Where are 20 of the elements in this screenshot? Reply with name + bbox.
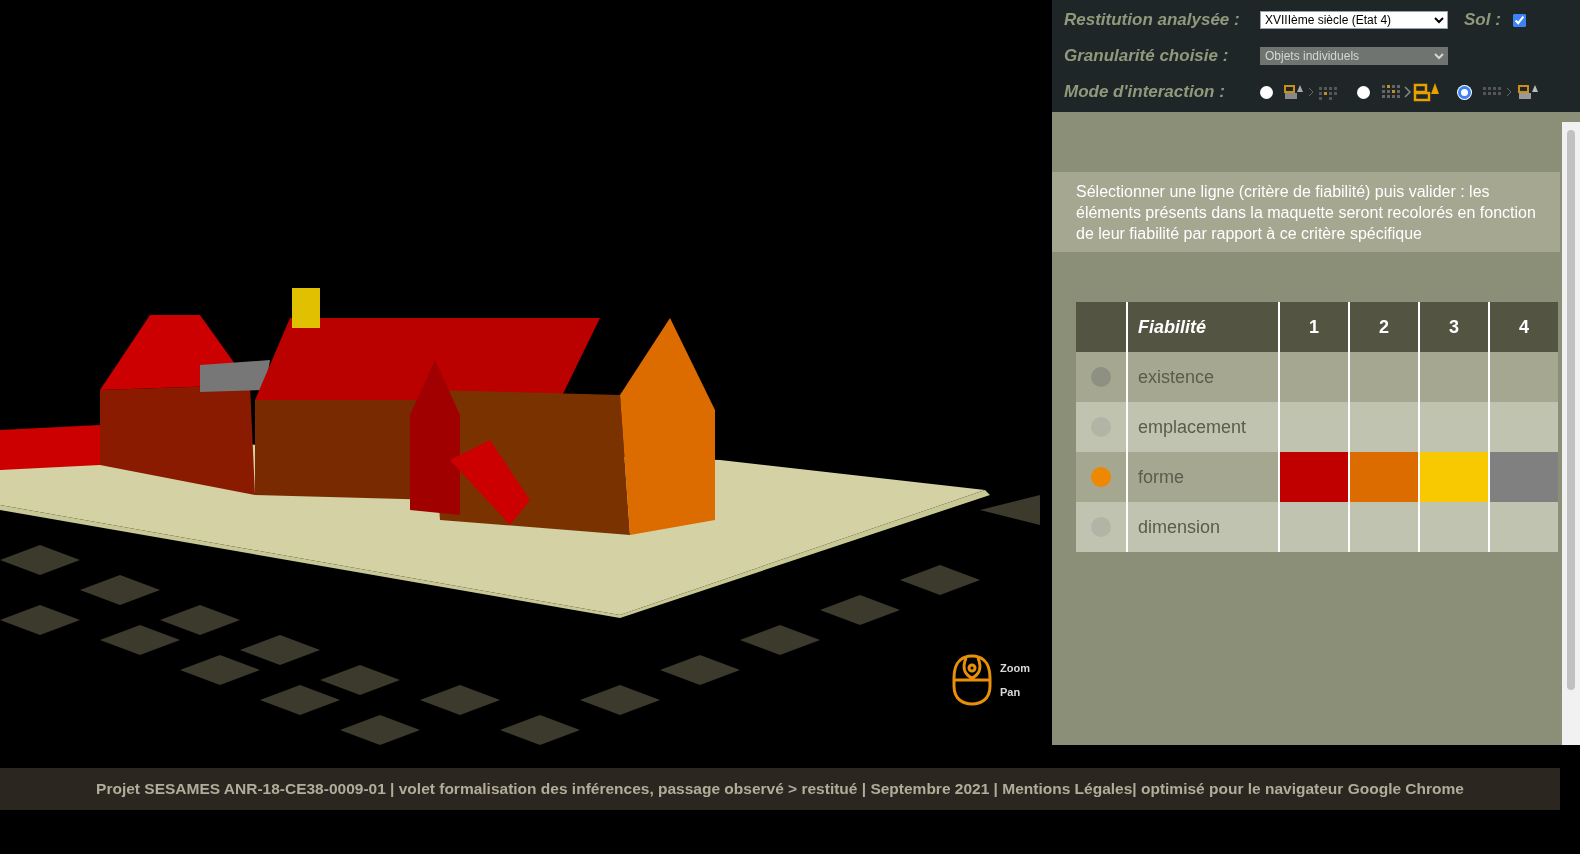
sol-label: Sol : (1464, 9, 1501, 32)
mode-radio[interactable] (1260, 85, 1273, 99)
scrollbar[interactable] (1562, 122, 1580, 745)
criterion-row[interactable]: dimension (1076, 502, 1558, 552)
criterion-row[interactable]: emplacement (1076, 402, 1558, 452)
mode-radio[interactable] (1458, 85, 1471, 99)
mode-radio[interactable] (1357, 85, 1370, 99)
criterion-row[interactable]: forme (1076, 452, 1558, 502)
criterion-row[interactable]: existence (1076, 352, 1558, 402)
sol-checkbox[interactable] (1512, 13, 1526, 27)
grid-to-object-icon (1481, 83, 1541, 101)
restitution-label: Restitution analysée : (1064, 9, 1241, 32)
zoom-label: Zoom (1000, 660, 1030, 676)
footer-text: Projet SESAMES ANR-18-CE38-0009-01 | volet formalisation des inférences, passage observé > restitué | Septembre 2021 | Mentions Légales| optimisé pour le navigateur Google Chrome (96, 779, 1464, 800)
pan-label: Pan (1000, 685, 1022, 700)
interaction-mode-label: Mode d'interaction : (1064, 81, 1226, 104)
instructions-text: Sélectionner une ligne (critère de fiabilité) puis valider : les éléments présents dans la maquette seront recolorés en fonction de leur fiabilité par rapport à ce critère spécifique (1076, 181, 1536, 244)
restitution-dropdown[interactable]: XVIIIème siècle (Etat 4) (1260, 11, 1448, 29)
criterion-label: dimension (1126, 502, 1278, 552)
granularity-label: Granularité choisie : (1064, 45, 1230, 68)
